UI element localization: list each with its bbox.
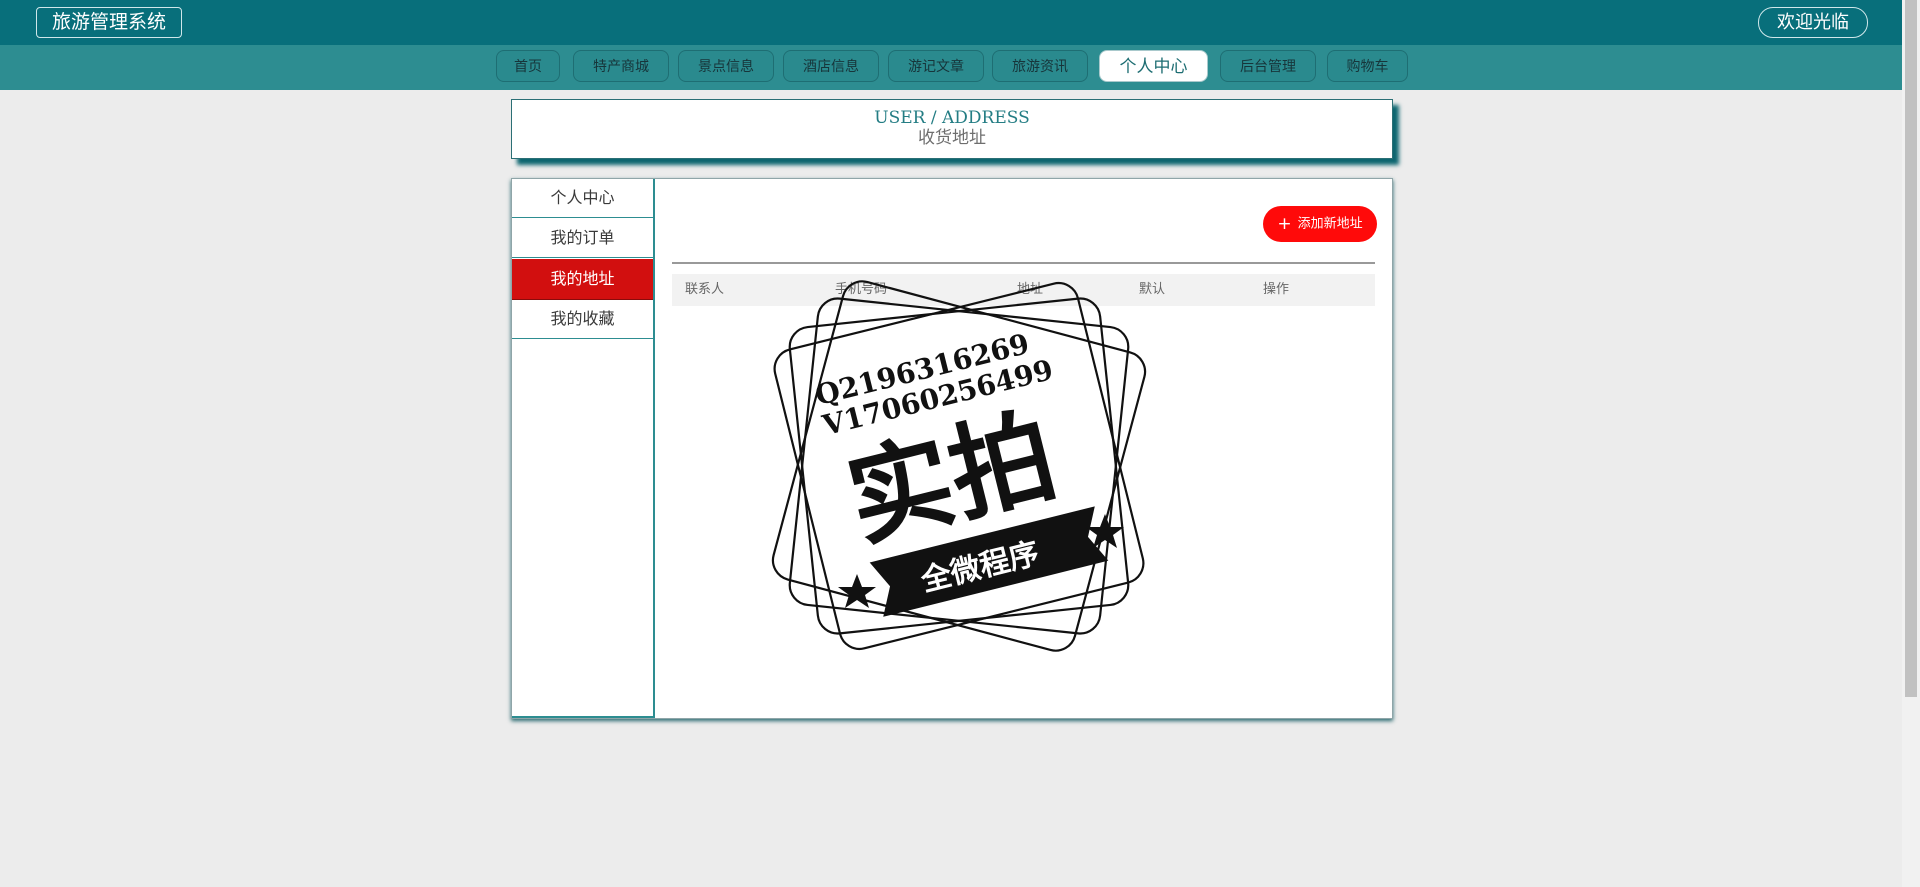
add-address-label: 添加新地址 (1297, 216, 1363, 232)
nav-home[interactable]: 首页 (496, 50, 560, 82)
sidebar-item-favorites[interactable]: 我的收藏 (512, 300, 653, 339)
page-title-zh: 收货地址 (918, 128, 986, 148)
page-title-box: USER / ADDRESS 收货地址 (511, 99, 1393, 159)
page-title-en: USER / ADDRESS (874, 108, 1030, 128)
nav-cart[interactable]: 购物车 (1327, 50, 1408, 82)
sidebar-item-address[interactable]: 我的地址 (512, 259, 653, 300)
user-sidebar: 个人中心 我的订单 我的地址 我的收藏 (512, 179, 655, 718)
site-brand[interactable]: 旅游管理系统 (36, 7, 182, 38)
page-scrollbar[interactable] (1902, 0, 1920, 887)
watermark-stamp: Q2196316269 V17060256499 实拍 全微程序 (771, 280, 1147, 652)
add-address-button[interactable]: + 添加新地址 (1263, 206, 1377, 242)
nav-hotels[interactable]: 酒店信息 (783, 50, 879, 82)
sidebar-item-user-center[interactable]: 个人中心 (512, 179, 653, 218)
nav-admin[interactable]: 后台管理 (1220, 50, 1316, 82)
main-nav: 首页 特产商城 景点信息 酒店信息 游记文章 旅游资讯 个人中心 后台管理 购物… (0, 45, 1902, 90)
top-header: 旅游管理系统 欢迎光临 (0, 0, 1902, 45)
scrollbar-thumb[interactable] (1905, 0, 1917, 697)
sidebar-item-orders[interactable]: 我的订单 (512, 219, 653, 258)
col-contact: 联系人 (685, 282, 725, 297)
nav-travel-news[interactable]: 旅游资讯 (992, 50, 1088, 82)
welcome-badge: 欢迎光临 (1758, 7, 1868, 38)
col-actions: 操作 (1263, 282, 1290, 297)
nav-specialty-mall[interactable]: 特产商城 (573, 50, 669, 82)
nav-travel-notes[interactable]: 游记文章 (888, 50, 984, 82)
nav-attractions[interactable]: 景点信息 (678, 50, 774, 82)
nav-user-center[interactable]: 个人中心 (1099, 50, 1208, 82)
star-icon (838, 574, 876, 608)
plus-icon: + (1277, 214, 1292, 234)
